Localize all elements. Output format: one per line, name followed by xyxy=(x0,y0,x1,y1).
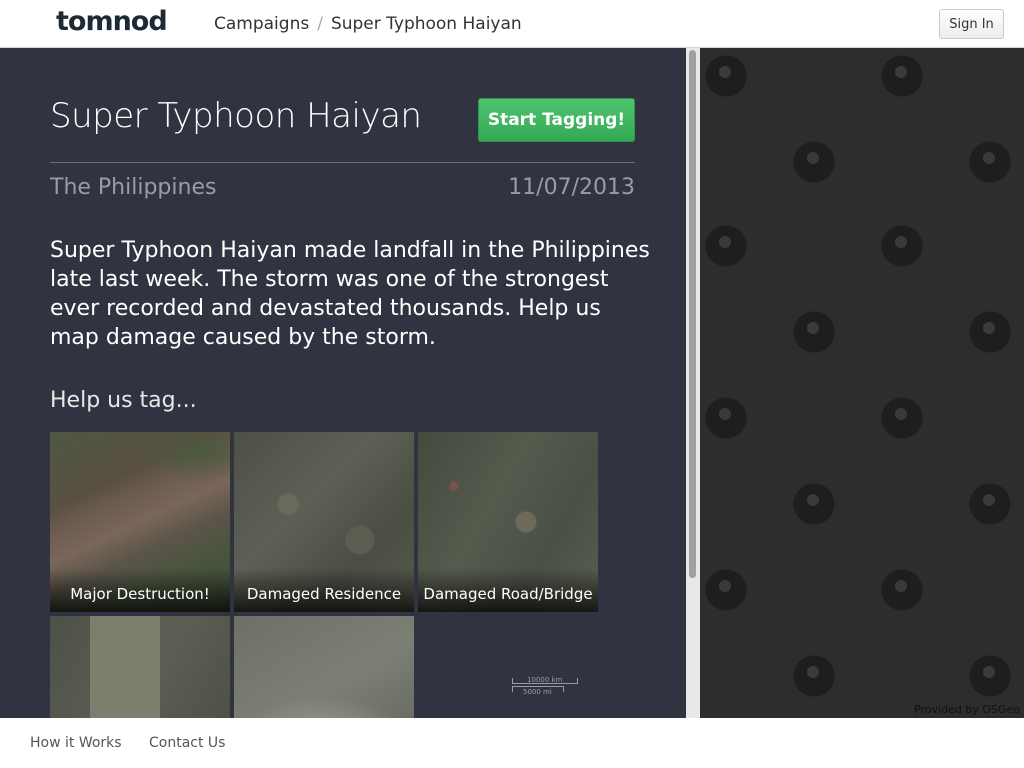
map-area[interactable]: Provided by OSGeo xyxy=(700,48,1024,718)
breadcrumb: Campaigns / Super Typhoon Haiyan xyxy=(214,14,522,34)
scale-km: 10000 km xyxy=(512,677,578,684)
top-navbar: tomnod Campaigns / Super Typhoon Haiyan Si… xyxy=(0,0,1024,48)
tag-label: Damaged Road/Bridge xyxy=(418,568,598,612)
panel-scrollbar[interactable] xyxy=(686,48,700,718)
map-placeholder-icon xyxy=(880,54,924,98)
tag-tile-damaged-road-bridge[interactable]: Damaged Road/Bridge xyxy=(418,432,598,612)
campaign-panel: Super Typhoon Haiyan Start Tagging! The … xyxy=(0,48,686,718)
footer-link-contact-us[interactable]: Contact Us xyxy=(149,735,225,751)
tag-tile-4[interactable] xyxy=(50,616,230,718)
scale-mi: 5000 mi xyxy=(512,686,564,696)
tag-tile-damaged-residence[interactable]: Damaged Residence xyxy=(234,432,414,612)
map-placeholder-icon xyxy=(792,310,836,354)
map-placeholder-icon xyxy=(792,140,836,184)
campaign-description: Super Typhoon Haiyan made landfall in th… xyxy=(50,238,650,350)
tag-label: Damaged Residence xyxy=(234,568,414,612)
map-placeholder-icon xyxy=(704,224,748,268)
map-placeholder-icon xyxy=(968,310,1012,354)
map-placeholder-icon xyxy=(880,224,924,268)
campaign-date: 11/07/2013 xyxy=(508,175,635,200)
tag-tile-5[interactable] xyxy=(234,616,414,718)
map-placeholder-icon xyxy=(880,568,924,612)
map-attribution[interactable]: Provided by OSGeo xyxy=(914,703,1020,716)
breadcrumb-current: Super Typhoon Haiyan xyxy=(330,14,522,34)
map-placeholder-icon xyxy=(704,568,748,612)
start-tagging-button[interactable]: Start Tagging! xyxy=(478,98,635,142)
map-placeholder-icon xyxy=(880,396,924,440)
tag-tile-major-destruction[interactable]: Major Destruction! xyxy=(50,432,230,612)
map-scale-bar: 10000 km 5000 mi xyxy=(512,677,578,696)
campaign-title: Super Typhoon Haiyan xyxy=(50,96,422,136)
help-heading: Help us tag... xyxy=(50,388,197,413)
map-placeholder-icon xyxy=(704,396,748,440)
map-placeholder-icon xyxy=(968,482,1012,526)
sign-in-button[interactable]: Sign In xyxy=(939,9,1004,39)
map-placeholder-icon xyxy=(968,140,1012,184)
tomnod-logo[interactable]: tomnod xyxy=(56,6,168,37)
footer-link-how-it-works[interactable]: How it Works xyxy=(30,735,122,751)
tag-label: Major Destruction! xyxy=(50,568,230,612)
logo-text: tomnod xyxy=(56,6,168,37)
map-placeholder-icon xyxy=(792,482,836,526)
breadcrumb-campaigns[interactable]: Campaigns xyxy=(214,14,309,34)
breadcrumb-separator: / xyxy=(317,14,323,34)
scrollbar-thumb[interactable] xyxy=(689,50,696,578)
map-placeholder-icon xyxy=(704,54,748,98)
map-placeholder-icon xyxy=(792,654,836,698)
divider xyxy=(50,162,635,163)
footer: How it Works Contact Us xyxy=(0,718,1024,768)
map-placeholder-icon xyxy=(968,654,1012,698)
campaign-location: The Philippines xyxy=(50,175,217,200)
